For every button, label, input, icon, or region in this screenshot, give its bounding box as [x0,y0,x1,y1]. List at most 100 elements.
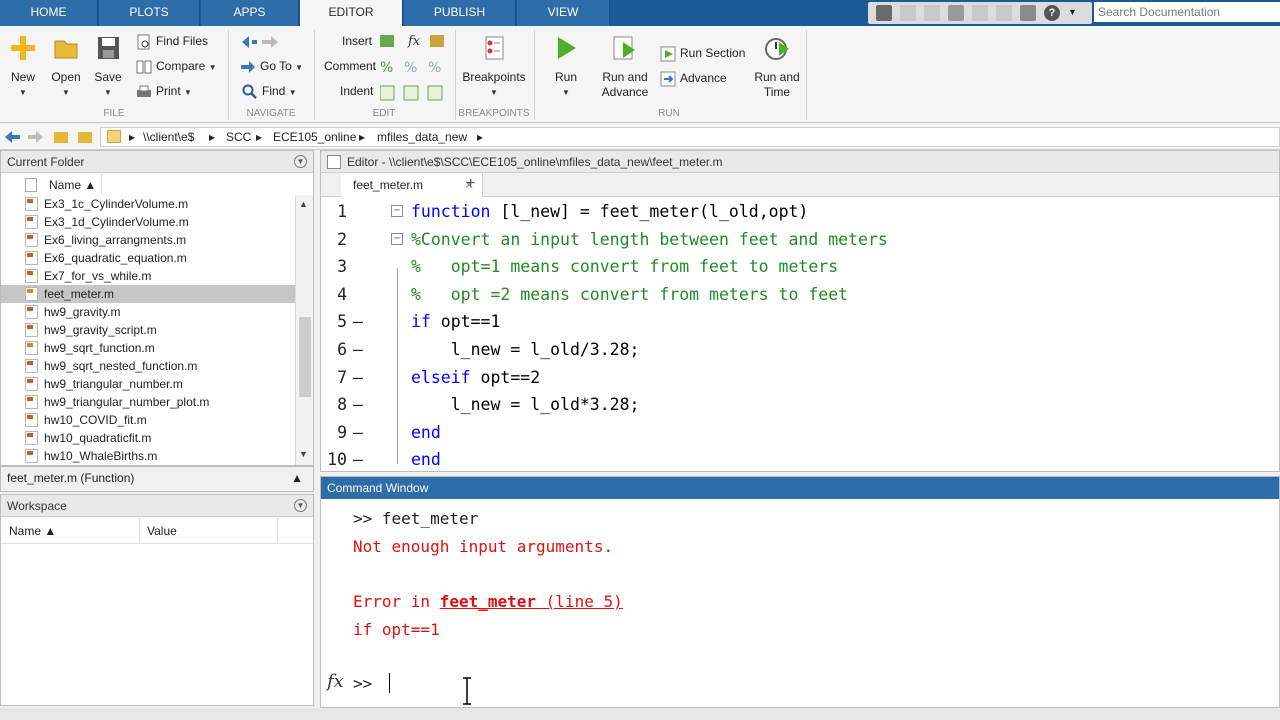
save-button[interactable]: Save ▼ [92,34,124,100]
file-row[interactable]: hw9_sqrt_function.m [1,339,295,357]
code-line[interactable]: 10— end [321,446,1279,473]
workspace-name-column[interactable]: Name ▲ [9,524,56,538]
fold-toggle-icon[interactable]: − [391,205,403,217]
line-number[interactable]: 4 [321,281,347,308]
path-crumb-3[interactable]: mfiles_data_new [377,130,467,144]
name-column-header[interactable]: Name ▲ [49,174,96,196]
go-to-button[interactable]: Go To ▼ [240,59,303,75]
error-line-link[interactable]: (line 5) [536,592,623,611]
run-and-time-button[interactable]: Run and Time [752,34,802,100]
tab-apps[interactable]: APPS [201,0,299,26]
tab-home[interactable]: HOME [0,0,98,26]
tab-plots[interactable]: PLOTS [99,0,200,26]
tab-publish[interactable]: PUBLISH [404,0,516,26]
file-row[interactable]: Ex6_quadratic_equation.m [1,249,295,267]
breakpoints-button[interactable]: Breakpoints ▼ [460,34,528,100]
file-row[interactable]: Ex7_for_vs_while.m [1,267,295,285]
code-line[interactable]: 8— l_new = l_old*3.28; [321,391,1279,418]
file-row[interactable]: hw10_WhaleBirths.m [1,447,295,465]
fold-toggle-icon[interactable]: − [391,232,403,245]
line-number[interactable]: 3 [321,253,347,280]
file-row[interactable]: Ex3_1c_CylinderVolume.m [1,195,295,213]
line-number[interactable]: 7 [321,364,347,391]
compare-caret-icon[interactable]: ▼ [209,63,217,72]
path-sep-icon[interactable]: ▸ [256,130,262,144]
file-row[interactable]: hw9_triangular_number.m [1,375,295,393]
line-number[interactable]: 1 [321,198,347,225]
print-button[interactable]: Print ▼ [136,84,192,100]
tab-view[interactable]: VIEW [517,0,610,26]
qat-menu-icon[interactable]: ▼ [1068,7,1077,17]
new-button[interactable]: New ▼ [6,34,40,100]
path-sep-icon[interactable]: ▸ [129,130,135,144]
undo-icon[interactable] [972,5,988,21]
panel-menu-icon[interactable]: ▼ [294,155,307,168]
command-window[interactable]: Command Window >> feet_meter Not enough … [320,476,1280,708]
scroll-up-icon[interactable]: ▲ [299,199,308,209]
line-number[interactable]: 8 [321,391,347,418]
indent-icons[interactable] [379,84,450,105]
file-row[interactable]: hw9_sqrt_nested_function.m [1,357,295,375]
cut-icon[interactable] [900,5,916,21]
switch-windows-icon[interactable] [1020,5,1036,21]
line-number[interactable]: 2 [321,226,347,253]
code-line[interactable]: 7— elseif opt==2 [321,364,1279,391]
go-to-caret-icon[interactable]: ▼ [295,63,303,72]
run-caret-icon[interactable]: ▼ [548,85,584,100]
find-button[interactable]: Find ▼ [242,84,297,100]
file-row[interactable]: hw10_COVID_fit.m [1,411,295,429]
run-and-advance-button[interactable]: Run and Advance [598,34,652,100]
run-button[interactable]: Run ▼ [548,34,584,100]
open-button[interactable]: Open ▼ [48,34,84,100]
root-folder-icon[interactable] [107,130,121,143]
advance-button[interactable]: Advance [660,71,727,87]
copy-icon[interactable] [924,5,940,21]
new-caret-icon[interactable]: ▼ [6,85,40,100]
details-expand-icon[interactable]: ▲ [291,467,303,489]
code-line[interactable]: 4 % opt =2 means convert from meters to f… [321,281,1279,308]
code-area[interactable]: 1 − function [l_new] = feet_meter(l_old,op… [321,198,1279,472]
path-sep-icon[interactable]: ▸ [477,130,483,144]
compare-button[interactable]: Compare ▼ [136,59,217,75]
insert-button[interactable]: Insert [342,34,372,48]
code-line[interactable]: 6— l_new = l_old/3.28; [321,336,1279,363]
breakpoint-marker-icon[interactable]: — [353,446,363,473]
file-row[interactable]: hw9_triangular_number_plot.m [1,393,295,411]
path-crumb-1[interactable]: SCC [226,130,251,144]
code-line[interactable]: 9— end [321,419,1279,446]
comment-icons[interactable]: %%% [380,58,450,79]
run-section-button[interactable]: Run Section [660,46,745,62]
find-files-button[interactable]: Find Files [136,34,208,50]
tab-editor[interactable]: EDITOR [300,0,403,27]
save-icon[interactable] [876,5,892,21]
line-number[interactable]: 6 [321,336,347,363]
back-forward-buttons[interactable] [240,34,280,53]
breakpoint-marker-icon[interactable]: — [353,308,363,335]
scroll-thumb[interactable] [299,317,311,397]
path-crumb-0[interactable]: \\client\e$ [143,130,194,144]
function-browser-icon[interactable]: fx [327,671,344,692]
code-line[interactable]: 3 % opt=1 means convert from feet to mete… [321,253,1279,280]
path-box[interactable]: ▸ \\client\e$ ▸ SCC ▸ ECE105_online ▸ mf… [100,127,1280,147]
file-row[interactable]: Ex3_1d_CylinderVolume.m [1,213,295,231]
code-line[interactable]: 5— if opt==1 [321,308,1279,335]
line-number[interactable]: 5 [321,308,347,335]
breakpoint-marker-icon[interactable]: — [353,419,363,446]
tab-feet-meter[interactable]: feet_meter.m ✕ [341,173,483,197]
find-caret-icon[interactable]: ▼ [289,88,297,97]
path-sep-icon[interactable]: ▸ [359,130,365,144]
line-number[interactable]: 10 [321,446,347,473]
redo-icon[interactable] [996,5,1012,21]
insert-icons[interactable]: fx [380,32,450,53]
path-sep-icon[interactable]: ▸ [209,130,215,144]
scroll-down-icon[interactable]: ▼ [299,449,308,459]
code-line[interactable]: 2 − %Convert an input length between feet … [321,226,1279,253]
line-number[interactable]: 9 [321,419,347,446]
file-row[interactable]: hw10_quadraticfit.m [1,429,295,447]
breakpoints-caret-icon[interactable]: ▼ [460,85,528,100]
folder-scrollbar[interactable]: ▲ ▼ [295,195,313,465]
search-documentation-input[interactable]: Search Documentation [1094,2,1280,22]
breakpoint-marker-icon[interactable]: — [353,336,363,363]
save-caret-icon[interactable]: ▼ [92,85,124,100]
details-bar[interactable]: feet_meter.m (Function) ▲ [0,466,314,492]
